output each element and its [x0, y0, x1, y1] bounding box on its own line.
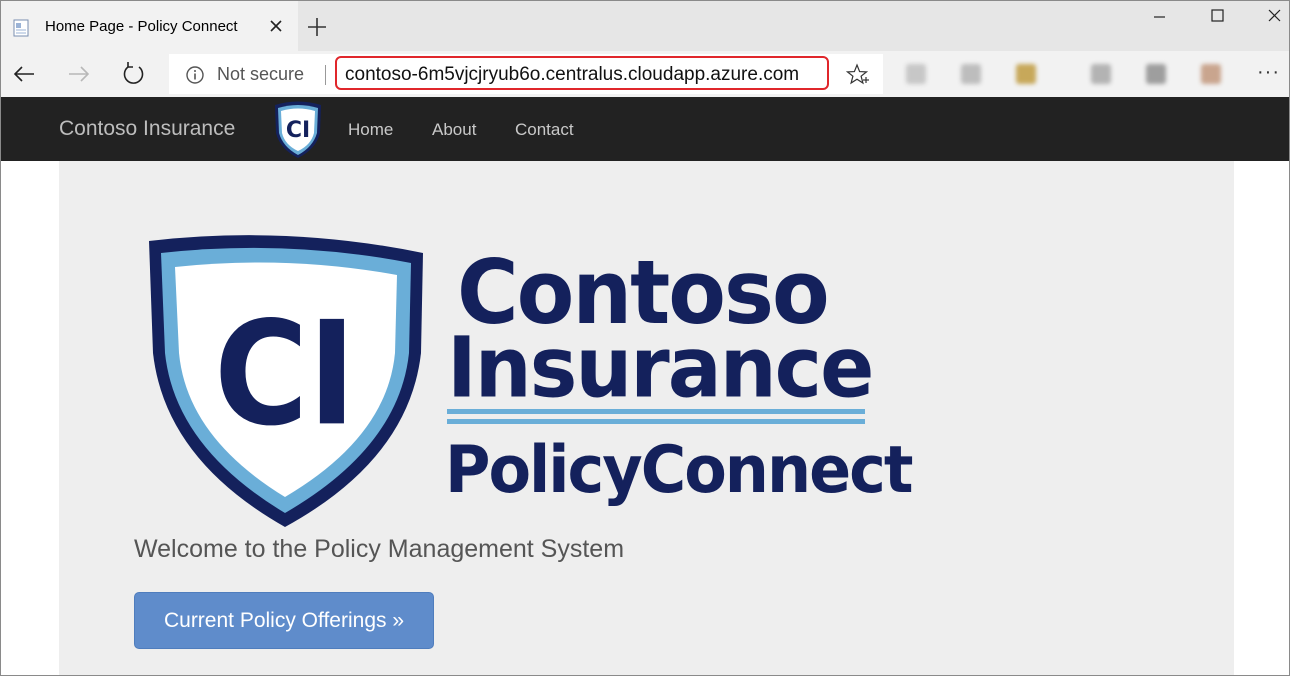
close-tab-icon[interactable]	[265, 15, 287, 37]
nav-link-contact[interactable]: Contact	[515, 120, 574, 140]
browser-window: Home Page - Policy Connect Not secure co…	[0, 0, 1290, 676]
back-arrow-icon[interactable]	[9, 59, 39, 89]
forward-arrow-icon[interactable]	[64, 59, 94, 89]
security-status[interactable]: Not secure	[217, 64, 304, 85]
shield-logo-icon[interactable]: CI	[273, 99, 323, 159]
logo-stripe	[447, 409, 865, 414]
refresh-icon[interactable]	[118, 59, 148, 89]
new-tab-icon[interactable]	[304, 14, 330, 40]
address-toolbar: Not secure contoso-6m5vjcjryub6o.central…	[1, 51, 1289, 97]
url-highlight[interactable]: contoso-6m5vjcjryub6o.centralus.cloudapp…	[335, 56, 829, 90]
extension-icon[interactable]	[1146, 64, 1166, 84]
extension-icon[interactable]	[1091, 64, 1111, 84]
extension-icon[interactable]	[1016, 64, 1036, 84]
nav-link-home[interactable]: Home	[348, 120, 393, 140]
maximize-icon[interactable]	[1189, 1, 1245, 33]
logo-initials: CI	[214, 292, 356, 459]
divider	[325, 65, 326, 85]
close-window-icon[interactable]	[1245, 1, 1290, 33]
favorite-star-icon[interactable]	[846, 63, 870, 87]
shield-logo-icon: CI	[149, 235, 423, 527]
url-text[interactable]: contoso-6m5vjcjryub6o.centralus.cloudapp…	[345, 64, 799, 86]
logo-word-policyconnect: PolicyConnect	[445, 431, 914, 508]
logo-stripe	[447, 419, 865, 424]
logo-word-insurance: Insurance	[447, 319, 874, 417]
more-options-icon[interactable]: ···	[1257, 61, 1280, 84]
tab-title: Home Page - Policy Connect	[45, 18, 238, 35]
browser-tab[interactable]: Home Page - Policy Connect	[1, 1, 298, 51]
info-icon[interactable]	[185, 65, 205, 85]
welcome-text: Welcome to the Policy Management System	[134, 535, 625, 563]
extension-icon[interactable]	[961, 64, 981, 84]
hero-section: CI Contoso Insurance PolicyConnect Welco…	[59, 161, 1234, 675]
site-navbar: Contoso Insurance CI Home About Contact	[1, 97, 1289, 161]
brand-link[interactable]: Contoso Insurance	[59, 117, 235, 141]
nav-link-about[interactable]: About	[432, 120, 476, 140]
extension-icon[interactable]	[906, 64, 926, 84]
tab-strip: Home Page - Policy Connect	[1, 1, 1289, 51]
page-favicon-icon	[13, 19, 29, 37]
address-bar[interactable]: Not secure contoso-6m5vjcjryub6o.central…	[169, 54, 883, 94]
extension-icon[interactable]	[1201, 64, 1221, 84]
minimize-icon[interactable]	[1131, 1, 1187, 33]
logo-initials: CI	[286, 118, 310, 143]
current-policy-offerings-button[interactable]: Current Policy Offerings »	[134, 592, 434, 649]
